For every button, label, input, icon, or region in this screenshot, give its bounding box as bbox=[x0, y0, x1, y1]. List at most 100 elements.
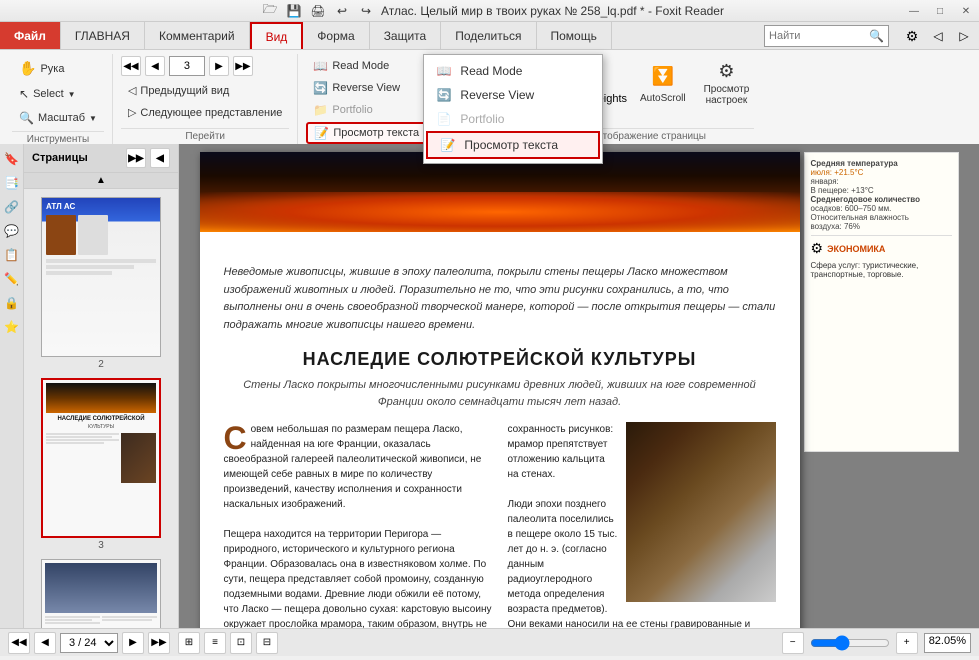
dropdown-text-view[interactable]: 📝 Просмотр текста bbox=[426, 131, 600, 159]
tab-help[interactable]: Помощь bbox=[537, 22, 612, 49]
status-next-btn[interactable]: ▶ bbox=[122, 632, 144, 654]
status-first-btn[interactable]: ◀◀ bbox=[8, 632, 30, 654]
quick-access-toolbar[interactable]: 🗁 💾 🖨 ↩ ↪ bbox=[255, 0, 381, 22]
window-title: Атлас. Целый мир в твоих руках № 258_lq.… bbox=[381, 4, 724, 18]
nav-back[interactable]: ◁ bbox=[927, 25, 949, 47]
sidebar-expand-btn[interactable]: ▶▶ bbox=[126, 148, 146, 168]
read-mode-icon: 📖 bbox=[313, 59, 328, 73]
status-prev-btn[interactable]: ◀ bbox=[34, 632, 56, 654]
sidebar-edit-icon[interactable]: ✏️ bbox=[1, 268, 23, 290]
qat-open[interactable]: 🗁 bbox=[259, 0, 281, 22]
select-icon: ↖ bbox=[19, 87, 29, 101]
sidebar-bookmark-icon[interactable]: 🔖 bbox=[1, 148, 23, 170]
page-thumb-3[interactable]: НАСЛЕДИЕ СОЛЮТРЕЙСКОЙ КУЛЬТУРЫ bbox=[32, 378, 170, 551]
search-box[interactable]: 🔍 bbox=[764, 25, 889, 47]
ribbon-tabs: Файл ГЛАВНАЯ Комментарий Вид Форма Защит… bbox=[0, 22, 979, 50]
qat-save[interactable]: 💾 bbox=[283, 0, 305, 22]
text-view-icon: 📝 bbox=[314, 126, 329, 140]
pdf-heading: НАСЛЕДИЕ СОЛЮТРЕЙСКОЙ КУЛЬТУРЫ bbox=[224, 346, 776, 373]
status-extra1[interactable]: ⊞ bbox=[178, 632, 200, 654]
sidebar-scroll-up[interactable]: ▲ bbox=[24, 173, 178, 189]
sidebar-comments-icon[interactable]: 💬 bbox=[1, 220, 23, 242]
close-button[interactable]: ✕ bbox=[953, 0, 979, 22]
sidebar-collapse-btn[interactable]: ◀ bbox=[150, 148, 170, 168]
zoom-display: 82.05% bbox=[924, 633, 971, 653]
status-extra4[interactable]: ⊟ bbox=[256, 632, 278, 654]
tab-share[interactable]: Поделиться bbox=[441, 22, 536, 49]
prev-view-icon: ◁ bbox=[128, 84, 136, 97]
first-page-btn[interactable]: ◀◀ bbox=[121, 56, 141, 76]
tab-form[interactable]: Форма bbox=[303, 22, 369, 49]
pages-sidebar: Страницы ▶▶ ◀ ▲ АТЛ АС bbox=[24, 144, 179, 628]
sidebar-lock-icon[interactable]: 🔒 bbox=[1, 292, 23, 314]
document-area[interactable]: Неведомые живописцы, жившие в эпоху пале… bbox=[179, 144, 979, 628]
dropdown-reverse-view[interactable]: 🔄 Reverse View bbox=[424, 83, 602, 107]
status-bar: ◀◀ ◀ 3 / 24 ▶ ▶▶ ⊞ ≡ ⊡ ⊟ − + 82.05% bbox=[0, 628, 979, 656]
status-extra3[interactable]: ⊡ bbox=[230, 632, 252, 654]
page-number-input[interactable] bbox=[169, 56, 205, 76]
page-thumb-4[interactable]: 4 bbox=[32, 559, 170, 628]
status-nav: ◀◀ ◀ 3 / 24 ▶ ▶▶ ⊞ ≡ ⊡ ⊟ bbox=[8, 632, 278, 654]
title-bar: 🗁 💾 🖨 ↩ ↪ Атлас. Целый мир в твоих руках… bbox=[0, 0, 979, 22]
view-settings-btn[interactable]: ⚙ Просмотр настроек bbox=[699, 58, 755, 108]
settings-icon: ⚙ bbox=[712, 61, 740, 82]
sidebar-clipboard-icon[interactable]: 📋 bbox=[1, 244, 23, 266]
pdf-columns: С овем небольшая по размерам пещера Ласк… bbox=[224, 422, 776, 628]
page-nav-row: ◀◀ ◀ ▶ ▶▶ bbox=[121, 56, 289, 76]
sidebar-controls[interactable]: ▶▶ ◀ bbox=[126, 148, 170, 168]
status-page-select[interactable]: 3 / 24 bbox=[60, 633, 118, 653]
next-view-btn[interactable]: ▷ Следующее представление bbox=[121, 103, 289, 122]
last-page-btn[interactable]: ▶▶ bbox=[233, 56, 253, 76]
qat-undo[interactable]: ↩ bbox=[331, 0, 353, 22]
dropdown-read-mode[interactable]: 📖 Read Mode bbox=[424, 59, 602, 83]
autoscroll-icon: ⏬ bbox=[649, 63, 677, 91]
status-last-btn[interactable]: ▶▶ bbox=[148, 632, 170, 654]
pdf-cave-image bbox=[626, 422, 776, 602]
tab-view[interactable]: Вид bbox=[250, 22, 304, 49]
sidebar-layers-icon[interactable]: 🔗 bbox=[1, 196, 23, 218]
status-extra2[interactable]: ≡ bbox=[204, 632, 226, 654]
nav-forward[interactable]: ▷ bbox=[953, 25, 975, 47]
pdf-col1: С овем небольшая по размерам пещера Ласк… bbox=[224, 422, 492, 628]
autoscroll-btn[interactable]: ⏬ AutoScroll bbox=[635, 58, 691, 108]
zoom-tool-btn[interactable]: 🔍 Масштаб ▼ bbox=[12, 107, 104, 129]
ribbon-group-nav: ◀◀ ◀ ▶ ▶▶ ◁ Предыдущий вид ▷ Следующее п… bbox=[113, 54, 298, 144]
sidebar-title: Страницы bbox=[32, 152, 88, 164]
status-right: − + 82.05% bbox=[782, 632, 971, 654]
tab-home[interactable]: ГЛАВНАЯ bbox=[61, 22, 145, 49]
dropdown-portfolio[interactable]: 📄 Portfolio bbox=[424, 107, 602, 131]
status-zoom-out[interactable]: − bbox=[782, 632, 804, 654]
economics-text: Сфера услуг: туристические, транспортные… bbox=[811, 261, 952, 279]
minimize-button[interactable]: — bbox=[901, 0, 927, 22]
pdf-top-image bbox=[200, 152, 800, 232]
qat-redo[interactable]: ↪ bbox=[355, 0, 377, 22]
dropdown-text-icon: 📝 bbox=[440, 137, 456, 153]
select-tool-btn[interactable]: ↖ Select ▼ bbox=[12, 83, 83, 105]
sidebar-pages-icon[interactable]: 📑 bbox=[1, 172, 23, 194]
qat-print[interactable]: 🖨 bbox=[307, 0, 329, 22]
search-icon[interactable]: 🔍 bbox=[869, 29, 884, 43]
temp-label: Средняя температура июля: +21.5°C января… bbox=[811, 159, 952, 231]
portfolio-btn[interactable]: 📁 Portfolio bbox=[306, 100, 427, 120]
dropdown-reverse-icon: 🔄 bbox=[436, 87, 452, 103]
window-controls[interactable]: — □ ✕ bbox=[901, 0, 979, 21]
reverse-view-btn[interactable]: 🔄 Reverse View bbox=[306, 78, 427, 98]
sidebar-star-icon[interactable]: ⭐ bbox=[1, 316, 23, 338]
hand-tool-btn[interactable]: ✋ Рука bbox=[12, 56, 71, 81]
prev-page-btn[interactable]: ◀ bbox=[145, 56, 165, 76]
next-page-btn[interactable]: ▶ bbox=[209, 56, 229, 76]
text-view-btn[interactable]: 📝 Просмотр текста bbox=[306, 122, 427, 144]
economics-section: ⚙ ЭКОНОМИКА Сфера услуг: туристические, … bbox=[811, 235, 952, 279]
settings-btn[interactable]: ⚙ bbox=[901, 25, 923, 47]
maximize-button[interactable]: □ bbox=[927, 0, 953, 22]
search-input[interactable] bbox=[769, 30, 869, 42]
read-mode-btn[interactable]: 📖 Read Mode bbox=[306, 56, 427, 76]
ribbon-group-docview: 📖 Read Mode 🔄 Reverse View 📁 Portfolio 📝… bbox=[298, 54, 436, 144]
tab-protect[interactable]: Защита bbox=[370, 22, 442, 49]
zoom-slider[interactable] bbox=[810, 635, 890, 651]
tab-comment[interactable]: Комментарий bbox=[145, 22, 250, 49]
prev-view-btn[interactable]: ◁ Предыдущий вид bbox=[121, 81, 289, 100]
page-thumb-2[interactable]: АТЛ АС 2 bbox=[32, 197, 170, 370]
tab-file[interactable]: Файл bbox=[0, 22, 61, 49]
status-zoom-in[interactable]: + bbox=[896, 632, 918, 654]
